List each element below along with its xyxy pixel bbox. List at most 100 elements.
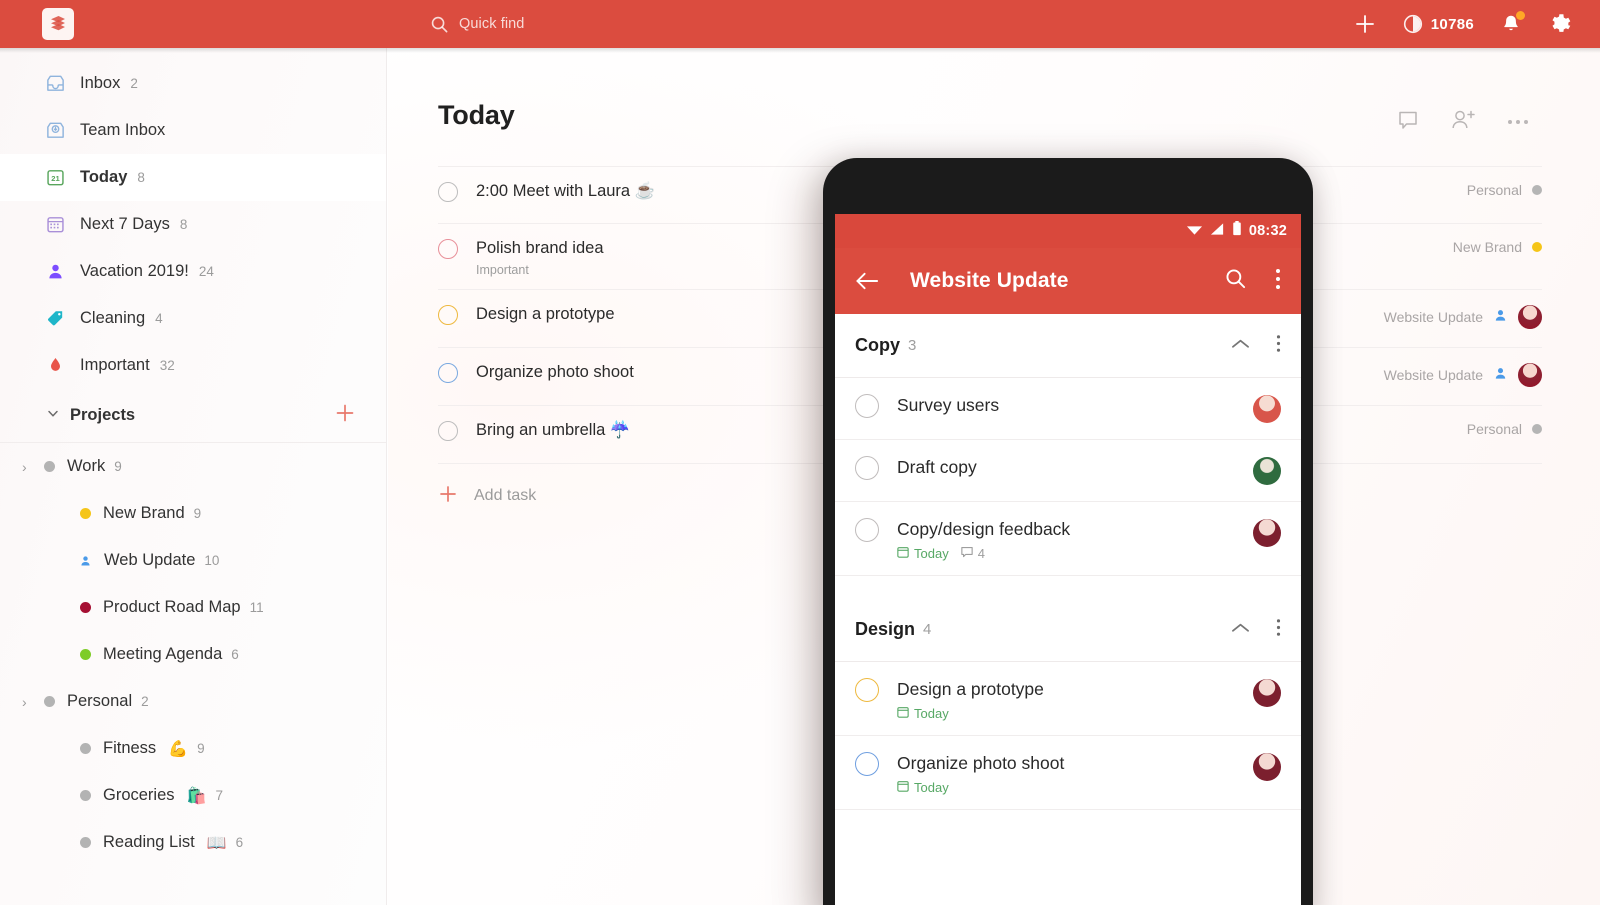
- sidebar-item-team-inbox[interactable]: Team Inbox: [0, 107, 386, 154]
- sidebar-item-cleaning[interactable]: Cleaning 4: [0, 295, 386, 342]
- task-project-label: Website Update: [1383, 309, 1483, 325]
- topbar-shadow: [0, 48, 1600, 53]
- task-checkbox[interactable]: [855, 518, 879, 542]
- list-item[interactable]: Survey users: [835, 378, 1301, 440]
- add-task-label: Add task: [474, 487, 537, 504]
- task-meta: Personal: [1467, 181, 1542, 198]
- sidebar-item-vacation-2019[interactable]: Vacation 2019! 24: [0, 248, 386, 295]
- sidebar-project-groceries[interactable]: Groceries 🛍️ 7: [0, 772, 386, 819]
- sidebar-project-meeting-agenda[interactable]: Meeting Agenda 6: [0, 631, 386, 678]
- phone-status-bar: 08:32: [835, 214, 1301, 248]
- chevron-right-icon[interactable]: ›: [22, 694, 27, 710]
- task-checkbox[interactable]: [438, 239, 458, 259]
- sidebar-project-new-brand[interactable]: New Brand 9: [0, 490, 386, 537]
- project-count: 9: [114, 459, 122, 474]
- task-project-label: Website Update: [1383, 367, 1483, 383]
- section-name: Design: [855, 619, 916, 639]
- add-project-button[interactable]: [334, 402, 356, 429]
- notification-badge: [1516, 11, 1525, 20]
- sidebar-label: Important: [80, 356, 150, 374]
- section-actions: [1231, 333, 1281, 359]
- task-checkbox[interactable]: [855, 678, 879, 702]
- task-checkbox[interactable]: [438, 363, 458, 383]
- topbar-actions: 10786: [1353, 0, 1572, 48]
- page-title: Today: [438, 100, 515, 130]
- task-meta: Today: [897, 780, 1253, 795]
- shared-project-icon: [1493, 366, 1508, 384]
- chevron-down-icon[interactable]: [46, 406, 60, 425]
- task-comment-count: 4: [961, 546, 985, 561]
- settings-button[interactable]: [1548, 12, 1572, 36]
- sidebar-project-personal[interactable]: › Personal 2: [0, 678, 386, 725]
- project-color-dot: [80, 508, 91, 519]
- list-item[interactable]: Draft copy: [835, 440, 1301, 502]
- shared-project-icon: [1493, 308, 1508, 326]
- task-checkbox[interactable]: [855, 752, 879, 776]
- chevron-right-icon[interactable]: ›: [22, 459, 27, 475]
- arrow-left-icon[interactable]: [855, 270, 880, 292]
- sidebar-count: 8: [179, 217, 188, 232]
- more-vertical-icon[interactable]: [1276, 617, 1281, 643]
- sidebar-label: Next 7 Days: [80, 215, 170, 233]
- list-item[interactable]: Organize photo shoot Today: [835, 736, 1301, 810]
- chevron-up-icon[interactable]: [1231, 337, 1250, 355]
- quick-find-search[interactable]: Quick find: [430, 12, 524, 36]
- task-title: Survey users: [897, 395, 1000, 415]
- calendar-icon: [897, 706, 909, 721]
- add-person-icon[interactable]: [1450, 108, 1476, 137]
- task-checkbox[interactable]: [855, 394, 879, 418]
- project-count: 7: [215, 788, 223, 803]
- task-checkbox[interactable]: [438, 182, 458, 202]
- sidebar-item-today[interactable]: 21 Today 8: [0, 154, 386, 201]
- comment-icon[interactable]: [1396, 108, 1420, 137]
- task-checkbox[interactable]: [438, 421, 458, 441]
- list-item[interactable]: Copy/design feedback Today 4: [835, 502, 1301, 576]
- avatar: [1518, 305, 1542, 329]
- todoist-logo[interactable]: [42, 8, 74, 40]
- notifications-button[interactable]: [1500, 11, 1525, 35]
- more-horizontal-icon[interactable]: [1506, 114, 1530, 132]
- project-color-dot: [1532, 424, 1542, 434]
- task-title: Bring an umbrella ☔: [476, 421, 631, 439]
- drop-icon: [44, 355, 66, 377]
- projects-section-header[interactable]: Projects: [0, 389, 386, 443]
- task-meta: Today 4: [897, 546, 1253, 561]
- task-content: Survey users: [897, 394, 1253, 416]
- project-color-dot: [44, 461, 55, 472]
- list-item[interactable]: Design a prototype Today: [835, 662, 1301, 736]
- phone-section-header-design[interactable]: Design 4: [835, 598, 1301, 662]
- sidebar-item-inbox[interactable]: Inbox 2: [0, 60, 386, 107]
- page-title-block: Today: [438, 100, 515, 131]
- chevron-up-icon[interactable]: [1231, 621, 1250, 639]
- project-label: Fitness: [103, 739, 157, 757]
- projects-section-title: Projects: [70, 406, 136, 424]
- search-icon[interactable]: [1224, 267, 1247, 295]
- inbox-icon: [44, 73, 66, 95]
- sidebar-label: Vacation 2019!: [80, 262, 189, 280]
- task-title: Organize photo shoot: [476, 363, 634, 381]
- sidebar-project-product-road-map[interactable]: Product Road Map 11: [0, 584, 386, 631]
- more-vertical-icon[interactable]: [1276, 333, 1281, 359]
- project-color-dot: [80, 837, 91, 848]
- add-task-button[interactable]: [1353, 12, 1377, 36]
- task-checkbox[interactable]: [438, 305, 458, 325]
- sidebar-project-fitness[interactable]: Fitness 💪 9: [0, 725, 386, 772]
- top-navigation-bar: Quick find 10786: [0, 0, 1600, 48]
- task-title: Organize photo shoot: [897, 753, 1065, 773]
- task-meta: Personal: [1467, 420, 1542, 437]
- signal-icon: [1210, 222, 1225, 241]
- due-date-label: Today: [914, 706, 949, 721]
- sidebar-project-work[interactable]: › Work 9: [0, 443, 386, 490]
- sidebar-item-important[interactable]: Important 32: [0, 342, 386, 389]
- sidebar-project-reading-list[interactable]: Reading List 📖 6: [0, 819, 386, 866]
- more-vertical-icon[interactable]: [1275, 267, 1281, 296]
- sidebar-project-web-update[interactable]: Web Update 10: [0, 537, 386, 584]
- task-checkbox[interactable]: [855, 456, 879, 480]
- sidebar-item-next-7-days[interactable]: Next 7 Days 8: [0, 201, 386, 248]
- avatar: [1518, 363, 1542, 387]
- karma-counter[interactable]: 10786: [1403, 14, 1474, 34]
- due-date-label: Today: [914, 546, 949, 561]
- phone-section-header-copy[interactable]: Copy 3: [835, 314, 1301, 378]
- quick-find-placeholder: Quick find: [459, 16, 525, 32]
- calendar-today-icon: 21: [44, 167, 66, 189]
